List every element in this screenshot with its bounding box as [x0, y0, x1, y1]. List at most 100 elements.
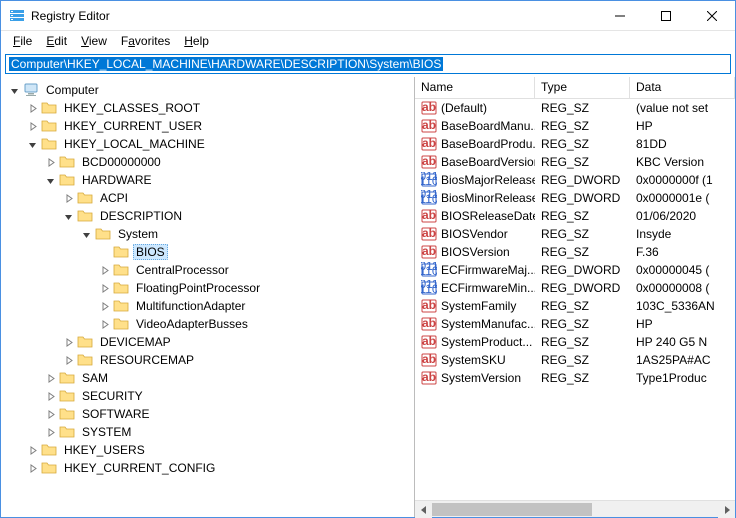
collapse-toggle-icon[interactable]: [61, 209, 75, 223]
expand-toggle-icon[interactable]: [61, 191, 75, 205]
value-name: BIOSReleaseDate: [441, 209, 535, 223]
tree-pane[interactable]: ComputerHKEY_CLASSES_ROOTHKEY_CURRENT_US…: [1, 77, 415, 517]
value-row[interactable]: abBIOSVendorREG_SZInsyde: [415, 225, 735, 243]
collapse-toggle-icon[interactable]: [7, 83, 21, 97]
tree-item[interactable]: CentralProcessor: [1, 261, 414, 279]
tree-item[interactable]: System: [1, 225, 414, 243]
value-name-cell: ab(Default): [415, 100, 535, 116]
col-name[interactable]: Name: [415, 77, 535, 98]
expand-toggle-icon[interactable]: [43, 371, 57, 385]
string-value-icon: ab: [421, 316, 437, 332]
value-row[interactable]: abBaseBoardProdu...REG_SZ81DD: [415, 135, 735, 153]
value-row[interactable]: abBaseBoardVersionREG_SZKBC Version: [415, 153, 735, 171]
tree-item[interactable]: HKEY_LOCAL_MACHINE: [1, 135, 414, 153]
value-type-cell: REG_SZ: [535, 245, 630, 259]
value-type-cell: REG_DWORD: [535, 173, 630, 187]
value-row[interactable]: 011110BiosMinorReleaseREG_DWORD0x0000001…: [415, 189, 735, 207]
expand-toggle-icon[interactable]: [97, 299, 111, 313]
value-row[interactable]: abSystemManufac...REG_SZHP: [415, 315, 735, 333]
menu-file[interactable]: File: [7, 32, 38, 50]
tree-item[interactable]: RESOURCEMAP: [1, 351, 414, 369]
value-data-cell: 01/06/2020: [630, 209, 735, 223]
value-name-cell: abBaseBoardManu...: [415, 118, 535, 134]
expand-toggle-icon[interactable]: [25, 119, 39, 133]
tree-item[interactable]: SECURITY: [1, 387, 414, 405]
tree-item-label: HKEY_USERS: [61, 442, 148, 458]
col-type[interactable]: Type: [535, 77, 630, 98]
tree-item[interactable]: SOFTWARE: [1, 405, 414, 423]
value-row[interactable]: abBIOSReleaseDateREG_SZ01/06/2020: [415, 207, 735, 225]
expand-toggle-icon[interactable]: [25, 443, 39, 457]
value-row[interactable]: 011110ECFirmwareMaj...REG_DWORD0x0000004…: [415, 261, 735, 279]
h-scroll-left[interactable]: [415, 501, 432, 518]
svg-text:ab: ab: [422, 100, 436, 114]
expand-toggle-icon[interactable]: [97, 263, 111, 277]
collapse-toggle-icon[interactable]: [25, 137, 39, 151]
expand-toggle-icon[interactable]: [97, 317, 111, 331]
value-type-cell: REG_SZ: [535, 119, 630, 133]
value-row[interactable]: abBaseBoardManu...REG_SZHP: [415, 117, 735, 135]
tree-item[interactable]: DESCRIPTION: [1, 207, 414, 225]
value-row[interactable]: 011110BiosMajorReleaseREG_DWORD0x0000000…: [415, 171, 735, 189]
tree-item[interactable]: HKEY_CLASSES_ROOT: [1, 99, 414, 117]
folder-icon: [59, 154, 75, 170]
tree-item[interactable]: MultifunctionAdapter: [1, 297, 414, 315]
value-row[interactable]: abBIOSVersionREG_SZF.36: [415, 243, 735, 261]
collapse-toggle-icon[interactable]: [79, 227, 93, 241]
value-data-cell: Type1Produc: [630, 371, 735, 385]
expand-toggle-icon[interactable]: [25, 101, 39, 115]
svg-text:ab: ab: [422, 136, 436, 150]
folder-icon: [77, 334, 93, 350]
menu-help[interactable]: Help: [178, 32, 215, 50]
expand-toggle-icon[interactable]: [43, 407, 57, 421]
minimize-button[interactable]: [597, 1, 643, 30]
tree-item[interactable]: HKEY_USERS: [1, 441, 414, 459]
value-row[interactable]: abSystemVersionREG_SZType1Produc: [415, 369, 735, 387]
expand-toggle-icon[interactable]: [61, 335, 75, 349]
address-input[interactable]: Computer\HKEY_LOCAL_MACHINE\HARDWARE\DES…: [5, 54, 731, 74]
expand-toggle-icon[interactable]: [43, 425, 57, 439]
tree-item[interactable]: HKEY_CURRENT_USER: [1, 117, 414, 135]
expand-toggle-icon[interactable]: [61, 353, 75, 367]
menu-favorites[interactable]: Favorites: [115, 32, 176, 50]
string-value-icon: ab: [421, 100, 437, 116]
tree-item[interactable]: ACPI: [1, 189, 414, 207]
value-row[interactable]: abSystemSKUREG_SZ1AS25PA#AC: [415, 351, 735, 369]
folder-icon: [41, 460, 57, 476]
close-button[interactable]: [689, 1, 735, 30]
tree-item[interactable]: FloatingPointProcessor: [1, 279, 414, 297]
binary-value-icon: 011110: [421, 172, 437, 188]
menu-edit[interactable]: Edit: [40, 32, 73, 50]
tree-item[interactable]: HARDWARE: [1, 171, 414, 189]
tree-item[interactable]: VideoAdapterBusses: [1, 315, 414, 333]
col-data[interactable]: Data: [630, 77, 735, 98]
collapse-toggle-icon[interactable]: [43, 173, 57, 187]
h-scroll-right[interactable]: [718, 501, 735, 518]
tree-item[interactable]: Computer: [1, 81, 414, 99]
h-scrollbar[interactable]: [415, 500, 735, 517]
tree-item[interactable]: BIOS: [1, 243, 414, 261]
maximize-button[interactable]: [643, 1, 689, 30]
string-value-icon: ab: [421, 226, 437, 242]
svg-text:ab: ab: [422, 118, 436, 132]
tree-item[interactable]: BCD00000000: [1, 153, 414, 171]
h-scroll-thumb[interactable]: [432, 503, 592, 516]
tree-item[interactable]: SAM: [1, 369, 414, 387]
expand-toggle-icon[interactable]: [43, 155, 57, 169]
value-row[interactable]: ab(Default)REG_SZ(value not set: [415, 99, 735, 117]
tree-item[interactable]: HKEY_CURRENT_CONFIG: [1, 459, 414, 477]
string-value-icon: ab: [421, 298, 437, 314]
menu-view[interactable]: View: [75, 32, 113, 50]
value-row[interactable]: abSystemFamilyREG_SZ103C_5336AN: [415, 297, 735, 315]
list-body[interactable]: ab(Default)REG_SZ(value not setabBaseBoa…: [415, 99, 735, 500]
value-row[interactable]: abSystemProduct...REG_SZHP 240 G5 N: [415, 333, 735, 351]
value-type-cell: REG_SZ: [535, 353, 630, 367]
value-type-cell: REG_SZ: [535, 299, 630, 313]
tree-item[interactable]: SYSTEM: [1, 423, 414, 441]
expand-toggle-icon[interactable]: [25, 461, 39, 475]
folder-icon: [113, 316, 129, 332]
value-row[interactable]: 011110ECFirmwareMin...REG_DWORD0x0000000…: [415, 279, 735, 297]
expand-toggle-icon[interactable]: [43, 389, 57, 403]
expand-toggle-icon[interactable]: [97, 281, 111, 295]
tree-item[interactable]: DEVICEMAP: [1, 333, 414, 351]
